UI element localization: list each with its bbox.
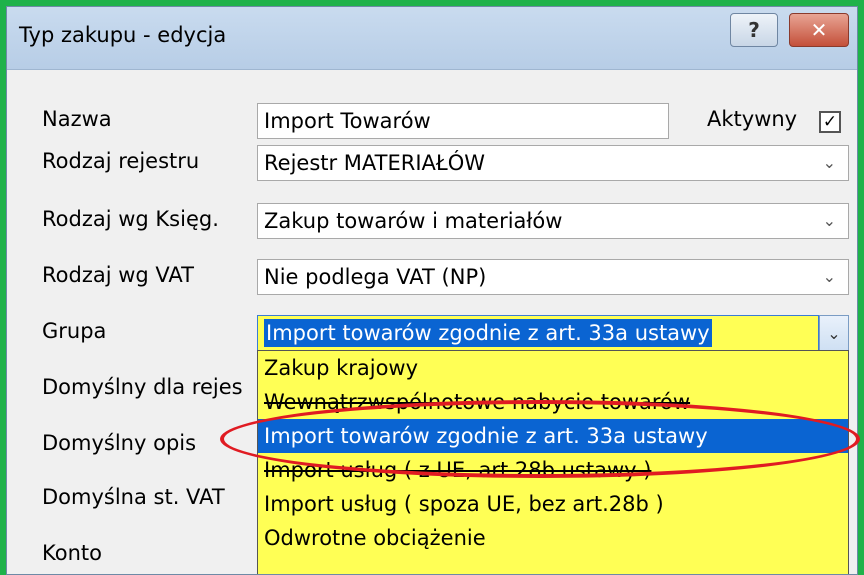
rodzaj-vat-select[interactable]: Nie podlega VAT (NP) ⌄ (257, 259, 849, 295)
aktywny-label: Aktywny (707, 107, 798, 131)
aktywny-checkbox[interactable]: ✓ (819, 111, 841, 133)
dropdown-option[interactable]: Import usług ( z UE, art.28b ustawy ) (258, 453, 848, 487)
chevron-down-icon: ⌄ (827, 323, 841, 343)
domyslna-vat-label: Domyślna st. VAT (42, 485, 225, 509)
chevron-down-icon[interactable]: ⌄ (823, 146, 836, 180)
rodzaj-rejestru-value: Rejestr MATERIAŁÓW (264, 151, 486, 175)
grupa-dropdown-list: Zakup krajowy Wewnątrzwspólnotowe nabyci… (257, 350, 849, 574)
rodzaj-ksieg-label: Rodzaj wg Księg. (42, 207, 219, 231)
grupa-select[interactable]: Import towarów zgodnie z art. 33a ustawy (257, 315, 819, 351)
grupa-label: Grupa (42, 319, 107, 343)
window-title: Typ zakupu - edycja (19, 23, 227, 47)
help-button[interactable]: ? (730, 13, 778, 47)
dialog-window: Typ zakupu - edycja ? ✕ Nazwa Import Tow… (6, 6, 858, 575)
rodzaj-ksieg-select[interactable]: Zakup towarów i materiałów ⌄ (257, 203, 849, 239)
dropdown-option[interactable]: Zakup krajowy (258, 351, 848, 385)
rodzaj-rejestru-select[interactable]: Rejestr MATERIAŁÓW ⌄ (257, 145, 849, 181)
rodzaj-rejestru-label: Rodzaj rejestru (42, 149, 200, 173)
title-bar: Typ zakupu - edycja ? ✕ (7, 7, 857, 70)
dropdown-option[interactable]: Odwrotne obciążenie (258, 521, 848, 555)
dropdown-option-selected[interactable]: Import towarów zgodnie z art. 33a ustawy (258, 419, 848, 453)
grupa-dropdown-button[interactable]: ⌄ (819, 315, 849, 351)
nazwa-input[interactable]: Import Towarów (257, 103, 669, 139)
close-button[interactable]: ✕ (789, 13, 849, 47)
domyslny-rejestr-label: Domyślny dla rejes (42, 375, 243, 399)
dropdown-option[interactable]: Import usług ( spoza UE, bez art.28b ) (258, 487, 848, 521)
konto-label: Konto (42, 541, 102, 565)
check-icon: ✓ (822, 111, 838, 132)
rodzaj-ksieg-value: Zakup towarów i materiałów (264, 209, 563, 233)
chevron-down-icon[interactable]: ⌄ (823, 260, 836, 294)
chevron-down-icon[interactable]: ⌄ (823, 204, 836, 238)
dropdown-option[interactable]: Wewnątrzwspólnotowe nabycie towarów (258, 385, 848, 419)
grupa-value: Import towarów zgodnie z art. 33a ustawy (264, 319, 712, 347)
nazwa-label: Nazwa (42, 107, 112, 131)
rodzaj-vat-value: Nie podlega VAT (NP) (264, 265, 487, 289)
rodzaj-vat-label: Rodzaj wg VAT (42, 263, 194, 287)
domyslny-opis-label: Domyślny opis (42, 431, 197, 455)
